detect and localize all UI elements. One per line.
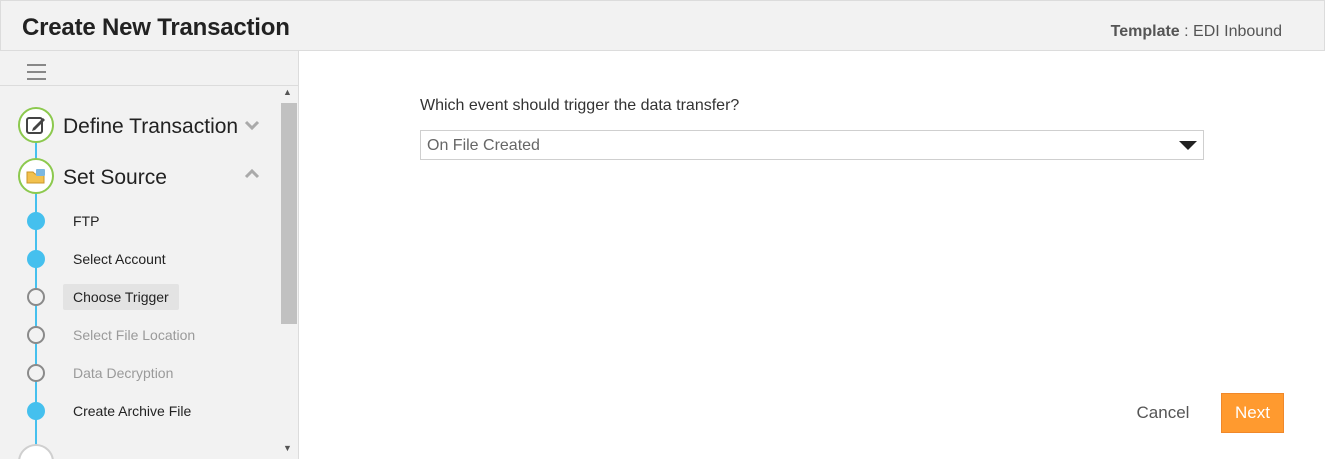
sidebar-menu-bar bbox=[0, 51, 298, 86]
substep-data-decryption[interactable]: Data Decryption bbox=[73, 365, 173, 381]
scroll-up-arrow-icon[interactable]: ▲ bbox=[283, 87, 292, 97]
substep-create-archive-file[interactable]: Create Archive File bbox=[73, 403, 191, 419]
template-label: Template bbox=[1110, 23, 1180, 40]
template-value: EDI Inbound bbox=[1193, 23, 1282, 40]
substep-select-account-dot bbox=[27, 250, 45, 268]
wizard-sidebar: Define Transaction Set Source FTP Select… bbox=[0, 51, 299, 459]
step-set-source-label[interactable]: Set Source bbox=[63, 166, 167, 190]
substep-select-file-location-dot bbox=[27, 326, 45, 344]
next-button[interactable]: Next bbox=[1221, 393, 1284, 433]
trigger-select[interactable]: On File Created bbox=[420, 130, 1204, 160]
hamburger-icon[interactable] bbox=[27, 64, 46, 80]
substep-select-file-location[interactable]: Select File Location bbox=[73, 327, 195, 343]
step-define-transaction-icon[interactable] bbox=[18, 107, 54, 143]
cancel-button[interactable]: Cancel bbox=[1120, 394, 1206, 432]
substep-choose-trigger[interactable]: Choose Trigger bbox=[63, 284, 179, 310]
step-define-transaction-label[interactable]: Define Transaction bbox=[63, 115, 238, 139]
template-info: Template : EDI Inbound bbox=[1111, 23, 1282, 41]
sidebar-scroll-thumb[interactable] bbox=[281, 103, 297, 324]
substep-choose-trigger-dot bbox=[27, 288, 45, 306]
trigger-select-value: On File Created bbox=[427, 137, 540, 154]
page-title: Create New Transaction bbox=[22, 14, 290, 41]
substep-ftp-dot bbox=[27, 212, 45, 230]
template-separator: : bbox=[1179, 23, 1194, 40]
caret-down-icon bbox=[1179, 141, 1197, 150]
trigger-question: Which event should trigger the data tran… bbox=[420, 97, 740, 114]
scroll-down-arrow-icon[interactable]: ▼ bbox=[283, 443, 292, 453]
edit-icon bbox=[26, 117, 45, 134]
chevron-down-icon[interactable] bbox=[244, 117, 260, 133]
substep-select-account[interactable]: Select Account bbox=[73, 251, 166, 267]
chevron-up-icon[interactable] bbox=[244, 166, 260, 182]
step-set-source-icon[interactable] bbox=[18, 158, 54, 194]
page-header: Create New Transaction Template : EDI In… bbox=[0, 0, 1325, 51]
substep-data-decryption-dot bbox=[27, 364, 45, 382]
step-next-partial-icon[interactable] bbox=[18, 444, 54, 459]
folder-icon bbox=[26, 169, 45, 184]
substep-create-archive-file-dot bbox=[27, 402, 45, 420]
substep-ftp[interactable]: FTP bbox=[73, 213, 99, 229]
